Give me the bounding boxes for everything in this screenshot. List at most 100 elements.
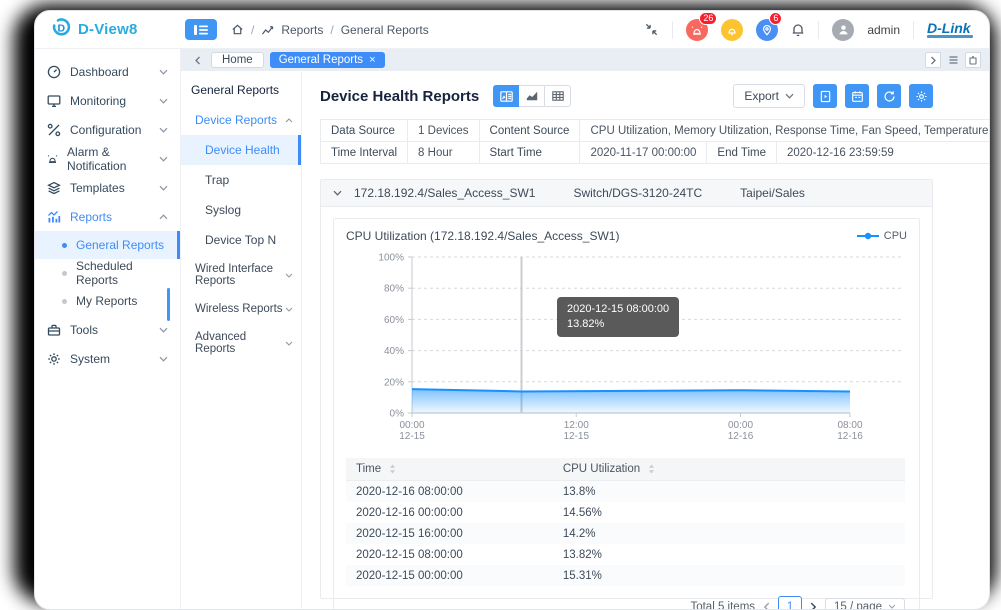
summary-row: Time Interval 8 Hour Start Time 2020-11-… xyxy=(321,142,991,164)
tree-group-wired-interface-reports[interactable]: Wired Interface Reports xyxy=(181,255,301,295)
location-count-badge: 6 xyxy=(769,12,782,25)
schedule-button[interactable] xyxy=(845,84,869,108)
chevron-down-icon xyxy=(159,127,168,133)
cpu-utilization-panel: CPU Utilization (172.18.192.4/Sales_Acce… xyxy=(333,218,920,610)
breadcrumb-section[interactable]: Reports xyxy=(281,23,323,37)
tree-group-device-reports[interactable]: Device Reports xyxy=(181,105,301,135)
sidebar-item-monitoring[interactable]: Monitoring xyxy=(35,86,180,115)
sort-icon[interactable] xyxy=(648,464,655,474)
notifications-bell-icon[interactable] xyxy=(791,22,805,37)
page-size-select[interactable]: 15 / page xyxy=(825,598,905,610)
username[interactable]: admin xyxy=(867,23,900,37)
tab-home[interactable]: Home xyxy=(211,52,264,68)
reports-icon xyxy=(47,210,61,224)
svg-text:12-15: 12-15 xyxy=(399,431,425,442)
app-window: D D-View8 / Reports / General Reports xyxy=(34,10,990,610)
svg-text:00:00: 00:00 xyxy=(399,420,424,431)
menu-list-icon xyxy=(194,24,208,36)
table-row[interactable]: 2020-12-16 08:00:0013.8% xyxy=(346,481,905,503)
column-header-time[interactable]: Time xyxy=(346,458,553,481)
tab-list-button[interactable] xyxy=(945,52,961,68)
user-avatar[interactable] xyxy=(832,19,854,41)
table-row[interactable]: 2020-12-15 16:00:0014.2% xyxy=(346,523,905,544)
start-time-value: 2020-11-17 00:00:00 xyxy=(580,142,707,164)
data-source-label: Data Source xyxy=(321,120,408,142)
collapse-sidebar-button[interactable] xyxy=(185,19,217,40)
previous-page-button[interactable] xyxy=(763,602,770,610)
sidebar-item-templates[interactable]: Templates xyxy=(35,173,180,202)
close-all-tabs-button[interactable] xyxy=(965,52,981,68)
chevron-down-icon xyxy=(333,190,342,196)
tree-item-trap[interactable]: Trap xyxy=(181,165,301,195)
tab-scroll-right-button[interactable] xyxy=(925,52,941,68)
gauge-icon xyxy=(47,65,61,79)
svg-text:12-15: 12-15 xyxy=(563,431,589,442)
sidebar-item-system[interactable]: System xyxy=(35,344,180,373)
chevron-up-icon xyxy=(285,118,293,123)
sidebar-item-my-reports[interactable]: My Reports xyxy=(35,287,180,315)
device-accordion-header[interactable]: 172.18.192.4/Sales_Access_SW1 Switch/DGS… xyxy=(321,180,932,207)
tree-item-device-top-n[interactable]: Device Top N xyxy=(181,225,301,255)
close-tab-icon[interactable]: × xyxy=(369,55,375,66)
sidebar-item-dashboard[interactable]: Dashboard xyxy=(35,57,180,86)
device-report-accordion: 172.18.192.4/Sales_Access_SW1 Switch/DGS… xyxy=(320,179,933,599)
tab-scroll-left-button[interactable] xyxy=(189,52,205,68)
bullet-icon xyxy=(62,271,67,276)
dlink-tagline-bar xyxy=(927,35,973,38)
table-row[interactable]: 2020-12-15 08:00:0013.82% xyxy=(346,544,905,565)
topbar-actions: 26 6 admin D-Link xyxy=(644,19,989,41)
chevron-down-icon xyxy=(159,98,168,104)
table-row[interactable]: 2020-12-15 00:00:0015.31% xyxy=(346,565,905,586)
settings-button[interactable] xyxy=(909,84,933,108)
table-view-button[interactable] xyxy=(545,85,571,107)
refresh-button[interactable] xyxy=(877,84,901,108)
tree-group-advanced-reports[interactable]: Advanced Reports xyxy=(181,323,301,363)
gear-icon xyxy=(47,352,61,366)
cpu-data-table: Time CPU Utilization xyxy=(346,458,905,586)
sidebar-scrollbar-thumb[interactable] xyxy=(167,288,170,321)
cpu-utilization-chart[interactable]: 0%20%40%60%80%100%00:0012-1512:0012-1500… xyxy=(346,247,908,447)
report-template-button[interactable] xyxy=(813,84,837,108)
sidebar-item-alarm-notification[interactable]: Alarm & Notification xyxy=(35,144,180,173)
export-button[interactable]: Export xyxy=(733,84,805,108)
tree-item-syslog[interactable]: Syslog xyxy=(181,195,301,225)
location-notifications-button[interactable]: 6 xyxy=(756,19,778,41)
calendar-icon xyxy=(851,90,864,103)
sidebar-item-scheduled-reports[interactable]: Scheduled Reports xyxy=(35,259,180,287)
sidebar-item-reports[interactable]: Reports xyxy=(35,202,180,231)
legend-label: CPU xyxy=(884,230,907,242)
next-page-button[interactable] xyxy=(810,602,817,610)
tree-group-wireless-reports[interactable]: Wireless Reports xyxy=(181,295,301,323)
top-bar: D D-View8 / Reports / General Reports xyxy=(35,11,989,49)
chevron-down-icon xyxy=(285,307,293,312)
reports-tree-panel: General Reports Device Reports Device He… xyxy=(181,71,302,610)
dview-logo-icon: D xyxy=(51,17,71,42)
bullet-icon xyxy=(62,299,67,304)
divider xyxy=(818,21,819,39)
tree-item-device-health[interactable]: Device Health xyxy=(181,135,301,165)
sort-icon[interactable] xyxy=(389,464,396,474)
column-header-cpu-utilization[interactable]: CPU Utilization xyxy=(553,458,905,481)
sidebar-item-general-reports[interactable]: General Reports xyxy=(35,231,180,259)
page-number-button[interactable]: 1 xyxy=(778,596,802,610)
sidebar-item-configuration[interactable]: Configuration xyxy=(35,115,180,144)
chevron-up-icon xyxy=(159,214,168,220)
svg-text:40%: 40% xyxy=(384,346,404,357)
sidebar-item-tools[interactable]: Tools xyxy=(35,315,180,344)
monitor-icon xyxy=(47,94,61,108)
fullscreen-icon[interactable] xyxy=(644,22,659,37)
chart-legend[interactable]: CPU xyxy=(857,230,907,242)
svg-text:60%: 60% xyxy=(384,315,404,326)
svg-text:00:00: 00:00 xyxy=(728,420,753,431)
tab-general-reports[interactable]: General Reports × xyxy=(270,52,385,68)
alarm-notifications-button[interactable]: 26 xyxy=(686,19,708,41)
bell-icon xyxy=(726,24,738,36)
table-row[interactable]: 2020-12-16 00:00:0014.56% xyxy=(346,502,905,523)
app-name: D-View8 xyxy=(78,21,137,38)
dlink-logo: D-Link xyxy=(927,22,973,38)
home-icon[interactable] xyxy=(231,23,244,36)
combined-view-button[interactable] xyxy=(493,85,519,107)
chevron-down-icon xyxy=(159,69,168,75)
chart-view-button[interactable] xyxy=(519,85,545,107)
trap-notifications-button[interactable] xyxy=(721,19,743,41)
